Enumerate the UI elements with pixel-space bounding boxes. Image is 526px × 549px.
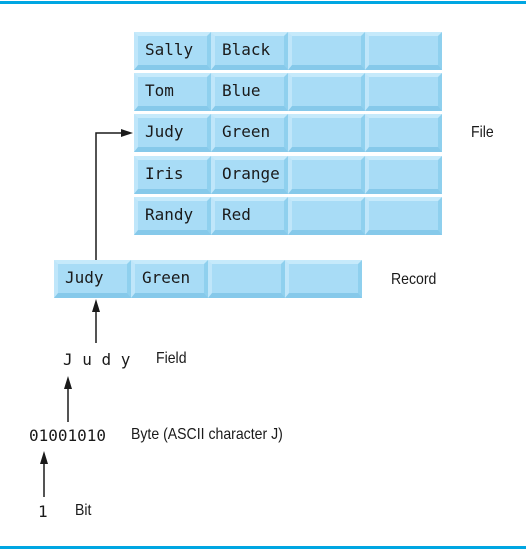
file-record-3: Judy Green	[134, 114, 442, 152]
arrowhead-up-icon	[40, 451, 48, 464]
field-cell: Tom	[134, 73, 211, 111]
file-record-4: Iris Orange	[134, 156, 442, 194]
field-cell: Judy	[54, 260, 131, 298]
field-value: J u d y	[63, 350, 131, 369]
field-cell: Iris	[134, 156, 211, 194]
record-to-file-connector	[95, 132, 121, 260]
arrowhead-up-icon	[64, 376, 72, 389]
file-record-5: Randy Red	[134, 197, 442, 235]
arrowhead-up-icon	[92, 299, 100, 312]
file-label: File	[471, 124, 494, 141]
byte-label: Byte (ASCII character J)	[131, 426, 283, 443]
field-cell	[365, 73, 442, 111]
field-cell: Black	[211, 32, 288, 70]
file-record-1: Sally Black	[134, 32, 442, 70]
byte-value: 01001010	[29, 426, 107, 445]
field-cell: Green	[211, 114, 288, 152]
field-cell	[365, 197, 442, 235]
field-cell: Orange	[211, 156, 288, 194]
top-rule	[0, 1, 526, 4]
field-cell	[365, 114, 442, 152]
field-cell: Red	[211, 197, 288, 235]
field-cell: Blue	[211, 73, 288, 111]
field-cell	[288, 114, 365, 152]
field-cell	[288, 32, 365, 70]
field-cell	[288, 197, 365, 235]
field-cell	[288, 156, 365, 194]
single-record: Judy Green	[54, 260, 362, 298]
bit-value: 1	[38, 502, 48, 521]
field-cell	[365, 32, 442, 70]
field-label: Field	[156, 350, 187, 367]
file-record-2: Tom Blue	[134, 73, 442, 111]
record-label: Record	[391, 271, 437, 288]
arrowhead-right-icon	[121, 129, 133, 137]
field-cell: Sally	[134, 32, 211, 70]
bit-label: Bit	[75, 502, 92, 519]
field-cell	[285, 260, 362, 298]
field-cell: Green	[131, 260, 208, 298]
field-cell	[365, 156, 442, 194]
field-cell: Randy	[134, 197, 211, 235]
field-cell: Judy	[134, 114, 211, 152]
field-cell	[288, 73, 365, 111]
field-cell	[208, 260, 285, 298]
